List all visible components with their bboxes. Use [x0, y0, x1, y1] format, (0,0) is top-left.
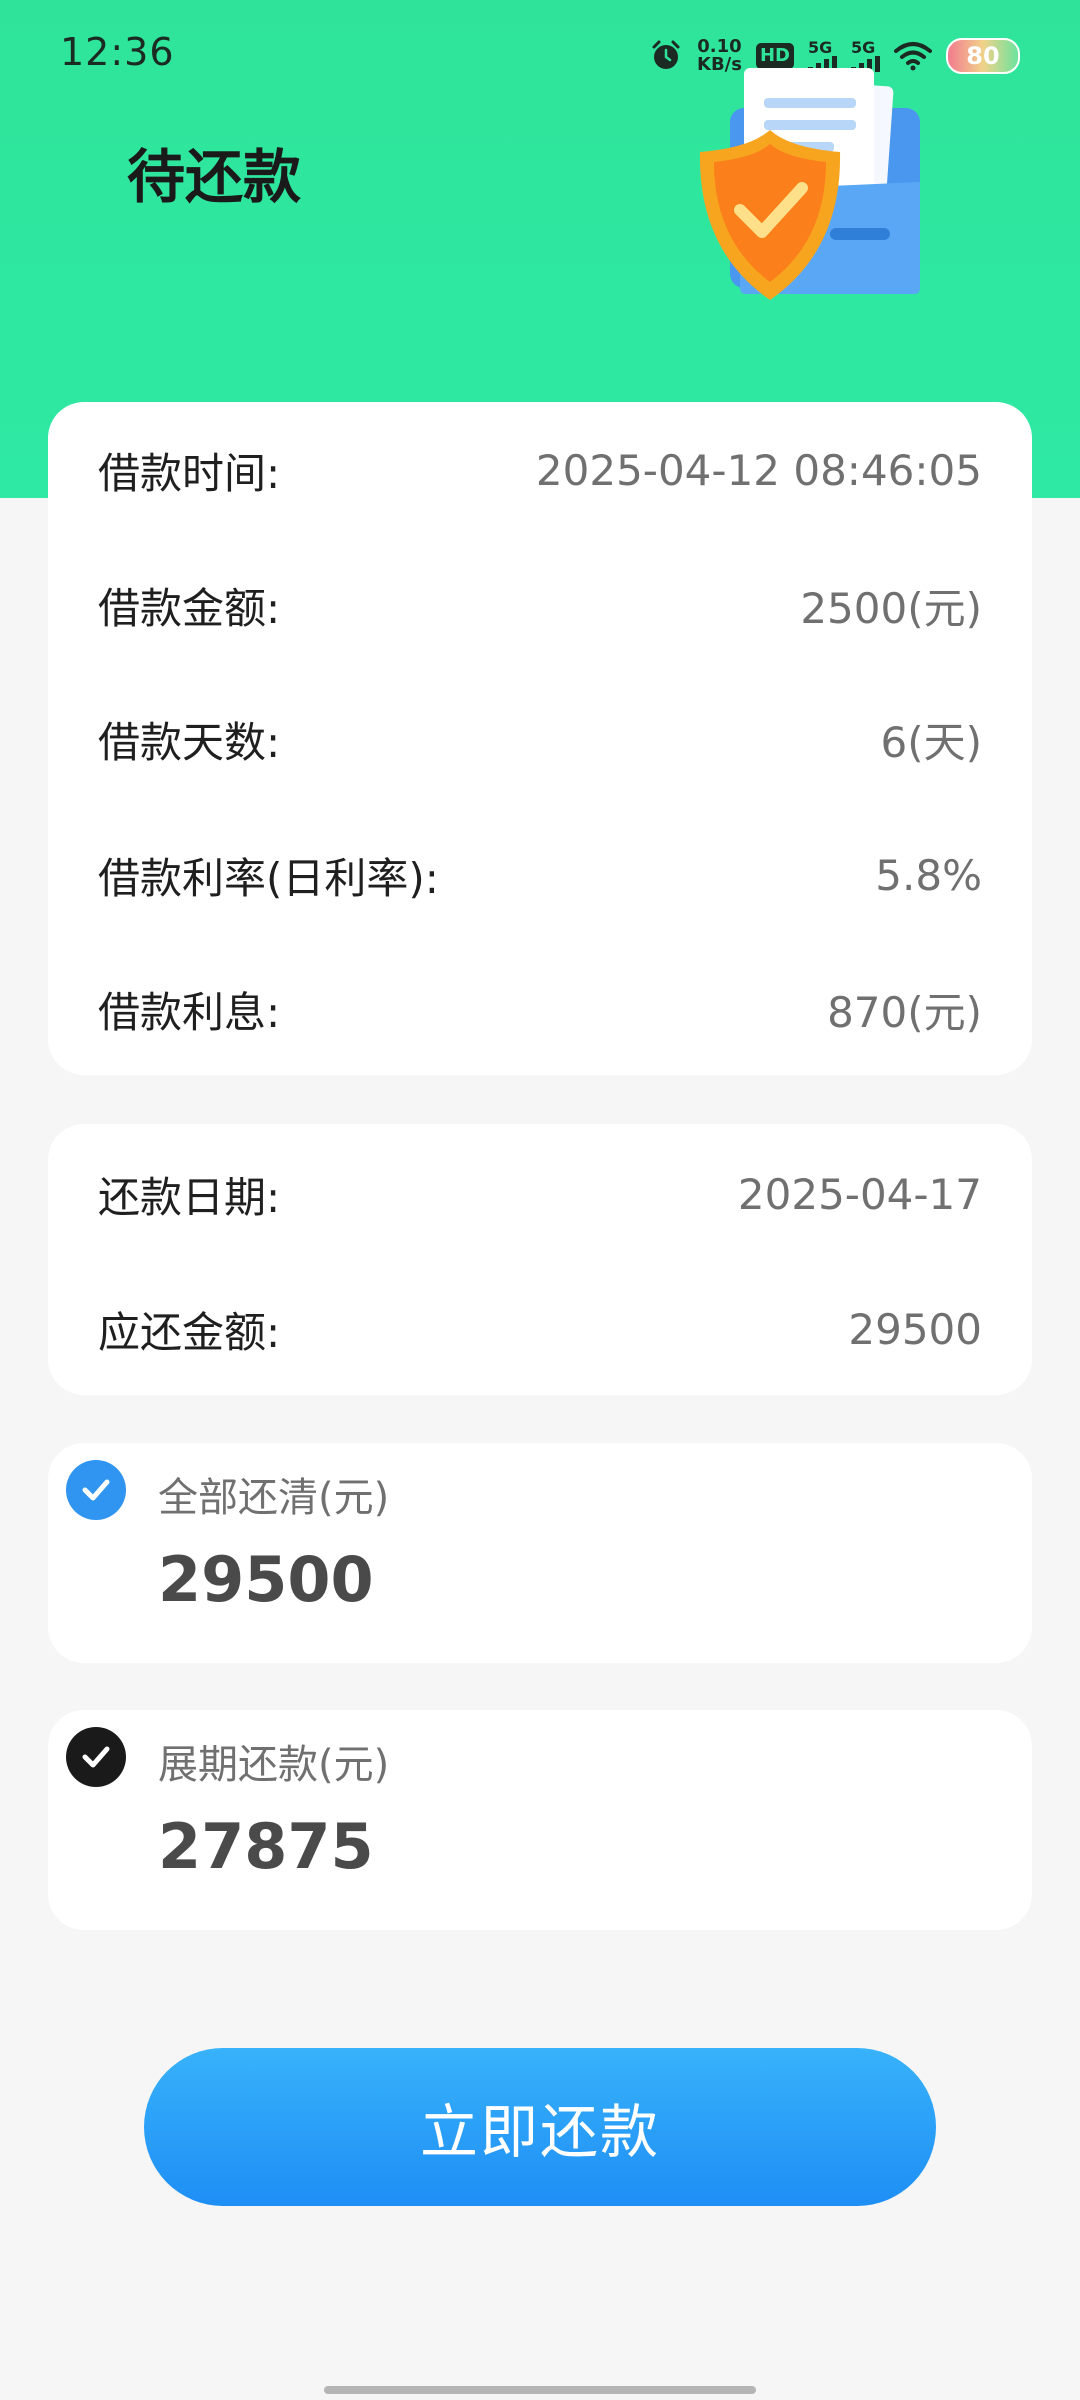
repay-amount-label: 应还金额:	[98, 1307, 281, 1357]
loan-interest-label: 借款利息:	[98, 987, 281, 1037]
loan-time-label: 借款时间:	[98, 448, 281, 498]
loan-info-card: 借款时间: 2025-04-12 08:46:05 借款金额: 2500(元) …	[48, 402, 1032, 1075]
sim2-network-type: 5G	[851, 38, 876, 57]
loan-time-row: 借款时间: 2025-04-12 08:46:05	[98, 440, 982, 500]
repay-date-label: 还款日期:	[98, 1172, 281, 1222]
full-repayment-amount: 29500	[158, 1543, 374, 1616]
extension-repayment-option[interactable]: 展期还款(元) 27875	[48, 1710, 1032, 1930]
loan-amount-value: 2500(元)	[800, 583, 982, 633]
loan-amount-label: 借款金额:	[98, 583, 281, 633]
extension-repayment-amount: 27875	[158, 1810, 374, 1883]
loan-rate-value: 5.8%	[875, 850, 982, 900]
extension-repayment-label: 展期还款(元)	[158, 1742, 390, 1788]
battery-icon: 80	[946, 38, 1020, 74]
page-title: 待还款	[127, 143, 302, 211]
full-repayment-label: 全部还清(元)	[158, 1475, 390, 1521]
check-circle-icon[interactable]	[66, 1727, 126, 1787]
repay-date-row: 还款日期: 2025-04-17	[98, 1164, 982, 1224]
alarm-icon	[652, 40, 680, 69]
loan-days-value: 6(天)	[880, 717, 983, 767]
loan-amount-row: 借款金额: 2500(元)	[98, 575, 982, 635]
repay-amount-row: 应还金额: 29500	[98, 1299, 982, 1359]
loan-rate-row: 借款利率(日利率): 5.8%	[98, 845, 982, 905]
repay-date-value: 2025-04-17	[737, 1169, 982, 1219]
loan-rate-label: 借款利率(日利率):	[98, 853, 439, 903]
full-repayment-option[interactable]: 全部还清(元) 29500	[48, 1443, 1032, 1663]
repay-amount-value: 29500	[848, 1304, 982, 1354]
home-indicator[interactable]	[324, 2386, 756, 2394]
loan-time-value: 2025-04-12 08:46:05	[535, 445, 982, 495]
loan-interest-row: 借款利息: 870(元)	[98, 979, 982, 1039]
repay-now-button[interactable]: 立即还款	[144, 2048, 936, 2206]
loan-days-label: 借款天数:	[98, 717, 281, 767]
repayment-info-card: 还款日期: 2025-04-17 应还金额: 29500	[48, 1124, 1032, 1395]
shield-folder-illustration	[699, 68, 920, 300]
loan-interest-value: 870(元)	[827, 987, 982, 1037]
loan-days-row: 借款天数: 6(天)	[98, 709, 982, 769]
status-time: 12:36	[60, 30, 175, 74]
sim1-network-type: 5G	[808, 38, 833, 57]
check-circle-icon[interactable]	[66, 1460, 126, 1520]
